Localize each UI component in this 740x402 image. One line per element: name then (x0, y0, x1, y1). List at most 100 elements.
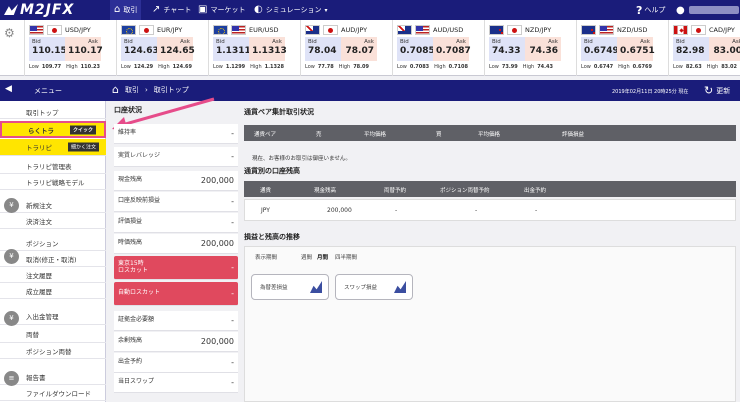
currency-pair: NZD/JPY (525, 26, 552, 34)
report-section-icon: ≡ (4, 371, 19, 386)
gear-icon[interactable]: ⚙ (4, 26, 15, 40)
sidebar-item-13[interactable]: ポジション両替 (0, 343, 106, 359)
rate-tile-cad-jpy[interactable]: CAD/JPYBid82.98Ask83.00Low82.63High83.02 (668, 20, 740, 76)
ask-button[interactable]: Ask 0.6751 (617, 37, 655, 61)
high-value: 0.6769 (632, 64, 652, 70)
bid-label: Bid (216, 39, 225, 45)
flag-au-icon (397, 25, 412, 35)
bid-button[interactable]: Bid 0.6749 (581, 37, 619, 61)
bid-button[interactable]: Bid 78.04 (305, 37, 341, 61)
flag-eu-icon (121, 25, 136, 35)
column-header: ポジション両替予約 (440, 188, 490, 194)
rate-tile-aud-usd[interactable]: AUD/USD Bid 0.7085 Ask 0.7087 Low 0.7083 High 0.… (392, 20, 484, 76)
bid-button[interactable]: Bid 124.63 (121, 37, 159, 61)
breadcrumb-trade[interactable]: 取引 (125, 85, 139, 95)
top-nav-bar: M2JFX ⌂ 取引 ↗ チャート ▣ マーケット ◐ シミュレーション ▾ ? ヘルプ ● (0, 0, 740, 20)
empty-positions-message: 現在、お客様のお取引は御座いません。 (252, 156, 351, 162)
help-link[interactable]: ? ヘルプ (636, 0, 665, 20)
logo-mark-icon (4, 4, 18, 15)
nav-simulation[interactable]: ◐ シミュレーション ▾ (250, 0, 331, 20)
high-label: High (434, 64, 446, 70)
sidebar-item-label: 決済注文 (26, 217, 52, 226)
bid-label: Bid (400, 39, 409, 45)
refresh-button[interactable]: ↻ 更新 (704, 84, 730, 97)
account-row: 東京15時 ロスカット - (114, 256, 238, 280)
period-tab-1[interactable]: 月間 (317, 253, 328, 261)
sidebar-item-label: トラリピ管理表 (26, 162, 72, 171)
rate-tile-usd-jpy[interactable]: USD/JPY Bid 110.15 Ask 110.17 Low 109.77 High 11… (24, 20, 116, 76)
sidebar-item-label: ポジション (26, 239, 59, 248)
m2jfx-logo[interactable]: M2JFX (4, 2, 88, 18)
account-row: 口座反映前損益 - (114, 192, 238, 212)
column-header: 両替予約 (384, 188, 407, 194)
balances-table-header: 通貨 現金残高 両替予約 ポジション両替予約 出金予約 (244, 181, 736, 197)
ask-label: Ask (180, 39, 190, 45)
nav-market[interactable]: ▣ マーケット (194, 0, 249, 20)
sidebar-item-label: 両替 (26, 330, 39, 339)
pl-card-1[interactable]: スワップ損益 (335, 274, 413, 300)
sidebar-item-2[interactable]: トラリピ 細かく注文 (0, 139, 106, 156)
sidebar-item-label: トラリピ (26, 144, 52, 152)
timestamp: 2019年02月11日 20時25分 現在 (612, 89, 689, 95)
sidebar-item-label: トラリピ戦略モデル (26, 178, 85, 187)
column-header: 平均価格 (364, 132, 387, 138)
nav-chart[interactable]: ↗ チャート (148, 0, 195, 20)
period-tab-0[interactable]: 週間 (301, 253, 312, 261)
bid-button[interactable]: Bid 82.98 (673, 37, 709, 61)
sidebar-item-3[interactable]: トラリピ管理表 (0, 158, 106, 174)
bid-button[interactable]: Bid 1.1311 (213, 37, 251, 61)
rate-tile-eur-jpy[interactable]: EUR/JPY Bid 124.63 Ask 124.65 Low 124.29 High 12… (116, 20, 208, 76)
user-menu[interactable]: ● (676, 0, 739, 20)
ask-button[interactable]: Ask 124.65 (157, 37, 195, 61)
high-label: High (158, 64, 170, 70)
sidebar-item-1[interactable]: らくトラ クイック (0, 121, 106, 138)
cash-section-icon: ¥ (4, 311, 19, 326)
ask-button[interactable]: Ask 78.07 (341, 37, 377, 61)
flag-nz-icon (581, 25, 596, 35)
rate-tile-nzd-usd[interactable]: NZD/USD Bid 0.6749 Ask 0.6751 Low 0.6747 High 0.… (576, 20, 668, 76)
bid-button[interactable]: Bid 74.33 (489, 37, 525, 61)
pl-chart-panel: 表示期間 週間 月間 四半期間 為替差損益 スワップ損益 (244, 246, 736, 402)
sidebar-item-0[interactable]: 取引トップ (0, 105, 106, 119)
ask-button[interactable]: Ask 110.17 (65, 37, 103, 61)
ask-button[interactable]: Ask83.00 (709, 37, 740, 61)
ask-price: 83.00 (713, 46, 740, 56)
simulation-icon: ◐ (254, 4, 263, 15)
ask-button[interactable]: Ask 1.1313 (249, 37, 287, 61)
sidebar-item-7[interactable]: ポジション (0, 235, 106, 251)
sidebar-item-label: 新規注文 (26, 201, 52, 210)
low-label: Low (213, 64, 223, 70)
back-arrow-icon[interactable]: ◀ (5, 84, 12, 94)
pl-card-0[interactable]: 為替差損益 (251, 274, 329, 300)
home-icon[interactable]: ⌂ (112, 84, 119, 95)
bid-button[interactable]: Bid 0.7085 (397, 37, 435, 61)
sidebar-item-6[interactable]: 決済注文 (0, 213, 106, 229)
sidebar-item-15[interactable]: ファイルダウンロード (0, 385, 106, 401)
low-label: Low (29, 64, 39, 70)
account-row-value: - (231, 218, 234, 227)
rate-tile-aud-jpy[interactable]: AUD/JPY Bid 78.04 Ask 78.07 Low 77.78 High 78.09 (300, 20, 392, 76)
bid-label: Bid (676, 39, 685, 45)
deposit-section-icon: ¥ (4, 198, 19, 213)
account-row: 維持率 - (114, 124, 238, 144)
sidebar-item-4[interactable]: トラリピ戦略モデル (0, 174, 106, 190)
low-label: Low (581, 64, 591, 70)
positions-table-header: 通貨ペア 売 平均価格 買 平均価格 評価損益 (244, 125, 736, 141)
ask-button[interactable]: Ask 0.7087 (433, 37, 471, 61)
bid-button[interactable]: Bid 110.15 (29, 37, 67, 61)
ask-button[interactable]: Ask 74.36 (525, 37, 561, 61)
account-row-value: 200,000 (200, 176, 234, 185)
menu-button[interactable]: メニュー (34, 86, 62, 96)
sidebar-item-10[interactable]: 成立履歴 (0, 283, 106, 299)
high-value: 74.43 (537, 64, 554, 70)
low-high-row: Low 73.99 High 74.43 (489, 64, 574, 74)
rate-tile-eur-usd[interactable]: EUR/USD Bid 1.1311 Ask 1.1313 Low 1.1299 High 1.… (208, 20, 300, 76)
currency-pair: EUR/USD (249, 26, 279, 34)
account-status-panel: 口座状況 維持率 - 実質レバレッジ - 現金残高 200,000 口座反映前損益 - 評価損益… (114, 105, 238, 395)
sidebar-item-12[interactable]: 両替 (0, 325, 106, 343)
nav-trade[interactable]: ⌂ 取引 (110, 0, 142, 20)
sidebar-item-9[interactable]: 注文履歴 (0, 267, 106, 283)
ask-price: 0.7087 (436, 46, 471, 56)
period-tab-2[interactable]: 四半期間 (335, 253, 357, 261)
rate-tile-nzd-jpy[interactable]: NZD/JPY Bid 74.33 Ask 74.36 Low 73.99 High 74.43 (484, 20, 576, 76)
